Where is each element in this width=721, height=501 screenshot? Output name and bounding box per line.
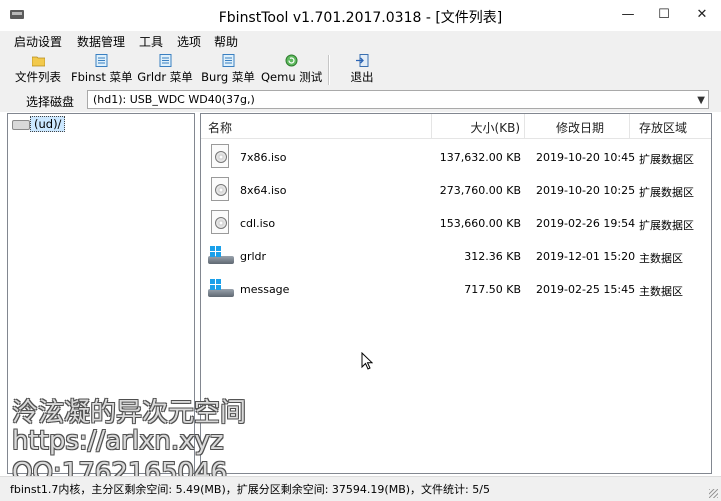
- grldr-menu-button[interactable]: Grldr 菜单: [137, 51, 193, 87]
- document-icon: [95, 54, 107, 67]
- file-date: 2019-10-20 10:45: [536, 151, 636, 164]
- watermark-line-1: 泠泫凝的异次元空间: [12, 398, 247, 428]
- grldr-menu-label: Grldr 菜单: [137, 70, 193, 84]
- file-date: 2019-12-01 15:20: [536, 250, 636, 263]
- file-date: 2019-02-26 19:54: [536, 217, 636, 230]
- menu-help[interactable]: 帮助: [214, 33, 238, 50]
- file-name: message: [240, 283, 290, 296]
- file-size: 273,760.00 KB: [439, 184, 521, 197]
- disc-file-icon: [211, 144, 229, 168]
- title-bar: FbinstTool v1.701.2017.0318 - [文件列表] — ☐…: [0, 0, 721, 32]
- disk-select-label: 选择磁盘: [26, 95, 75, 109]
- column-header-name[interactable]: 名称: [201, 114, 432, 138]
- file-list-button[interactable]: 文件列表: [12, 51, 64, 87]
- fbinst-menu-button[interactable]: Fbinst 菜单: [71, 51, 133, 87]
- table-row[interactable]: cdl.iso 153,660.00 KB 2019-02-26 19:54 扩…: [201, 207, 711, 240]
- file-size: 137,632.00 KB: [439, 151, 521, 164]
- disc-file-icon: [211, 210, 229, 234]
- column-name-label: 名称: [208, 121, 233, 135]
- exit-label: 退出: [350, 70, 374, 84]
- file-area: 主数据区: [639, 285, 683, 298]
- menu-boot-settings[interactable]: 启动设置: [14, 33, 62, 50]
- fbinst-menu-label: Fbinst 菜单: [71, 70, 133, 84]
- toolbar: 文件列表 Fbinst 菜单 Grldr 菜单 Burg 菜单 Qemu 测试 …: [0, 50, 721, 90]
- refresh-icon: [285, 54, 297, 67]
- exit-icon: [355, 54, 368, 67]
- windows-drive-icon: [208, 246, 236, 266]
- file-area: 扩展数据区: [639, 219, 694, 232]
- menu-tools[interactable]: 工具: [139, 33, 163, 50]
- disk-select-dropdown[interactable]: (hd1): USB_WDC WD40(37g,) ▼: [87, 90, 709, 109]
- tree-item-label: (ud)/: [30, 116, 66, 132]
- qemu-test-label: Qemu 测试: [261, 70, 323, 84]
- column-area-label: 存放区域: [639, 121, 688, 135]
- file-size: 312.36 KB: [464, 250, 521, 263]
- menu-options[interactable]: 选项: [177, 33, 201, 50]
- burg-menu-button[interactable]: Burg 菜单: [200, 51, 256, 87]
- disc-file-icon: [211, 177, 229, 201]
- document-icon: [159, 54, 171, 67]
- disk-selector-bar: 选择磁盘 (hd1): USB_WDC WD40(37g,) ▼: [0, 89, 721, 112]
- minimize-button[interactable]: —: [610, 0, 646, 31]
- resize-grip-icon[interactable]: [709, 489, 718, 498]
- file-name: 8x64.iso: [240, 184, 287, 197]
- file-area: 主数据区: [639, 252, 683, 265]
- chevron-down-icon[interactable]: ▼: [697, 95, 705, 106]
- maximize-button[interactable]: ☐: [646, 0, 682, 31]
- mouse-cursor-icon: [361, 352, 373, 370]
- windows-drive-icon: [208, 279, 236, 299]
- status-text: fbinst1.7内核，主分区剩余空间: 5.49(MB)，扩展分区剩余空间: …: [10, 483, 490, 496]
- header-divider: [201, 138, 711, 139]
- file-name: grldr: [240, 250, 267, 263]
- file-list-label: 文件列表: [15, 70, 61, 84]
- file-date: 2019-02-25 15:45: [536, 283, 636, 296]
- table-row[interactable]: 7x86.iso 137,632.00 KB 2019-10-20 10:45 …: [201, 141, 711, 174]
- file-size: 153,660.00 KB: [439, 217, 521, 230]
- burg-menu-label: Burg 菜单: [201, 70, 255, 84]
- folder-icon: [31, 56, 45, 67]
- disk-select-value: (hd1): USB_WDC WD40(37g,): [93, 93, 255, 106]
- watermark-line-2: https://arlxn.xyz: [12, 426, 224, 456]
- file-date: 2019-10-20 10:25: [536, 184, 636, 197]
- file-area: 扩展数据区: [639, 186, 694, 199]
- file-name: cdl.iso: [240, 217, 276, 230]
- table-row[interactable]: grldr 312.36 KB 2019-12-01 15:20 主数据区: [201, 240, 711, 273]
- status-bar: fbinst1.7内核，主分区剩余空间: 5.49(MB)，扩展分区剩余空间: …: [0, 476, 721, 501]
- file-size: 717.50 KB: [464, 283, 521, 296]
- qemu-test-button[interactable]: Qemu 测试: [261, 51, 323, 87]
- table-row[interactable]: 8x64.iso 273,760.00 KB 2019-10-20 10:25 …: [201, 174, 711, 207]
- column-size-label: 大小(KB): [470, 121, 520, 135]
- column-header-area[interactable]: 存放区域: [630, 114, 711, 138]
- column-header-size[interactable]: 大小(KB): [432, 114, 525, 138]
- column-date-label: 修改日期: [556, 121, 605, 135]
- file-name: 7x86.iso: [240, 151, 287, 164]
- toolbar-separator: [328, 55, 330, 85]
- menu-bar: 启动设置 数据管理 工具 选项 帮助: [0, 31, 721, 50]
- table-row[interactable]: message 717.50 KB 2019-02-25 15:45 主数据区: [201, 273, 711, 306]
- document-icon: [222, 54, 234, 67]
- column-header-date[interactable]: 修改日期: [525, 114, 630, 138]
- menu-data-management[interactable]: 数据管理: [77, 33, 125, 50]
- exit-button[interactable]: 退出: [345, 51, 379, 87]
- drive-icon: [12, 120, 30, 130]
- close-button[interactable]: ✕: [684, 0, 720, 31]
- file-area: 扩展数据区: [639, 153, 694, 166]
- file-list[interactable]: 名称 大小(KB) 修改日期 存放区域 7x86.iso 137,632.00 …: [200, 113, 712, 474]
